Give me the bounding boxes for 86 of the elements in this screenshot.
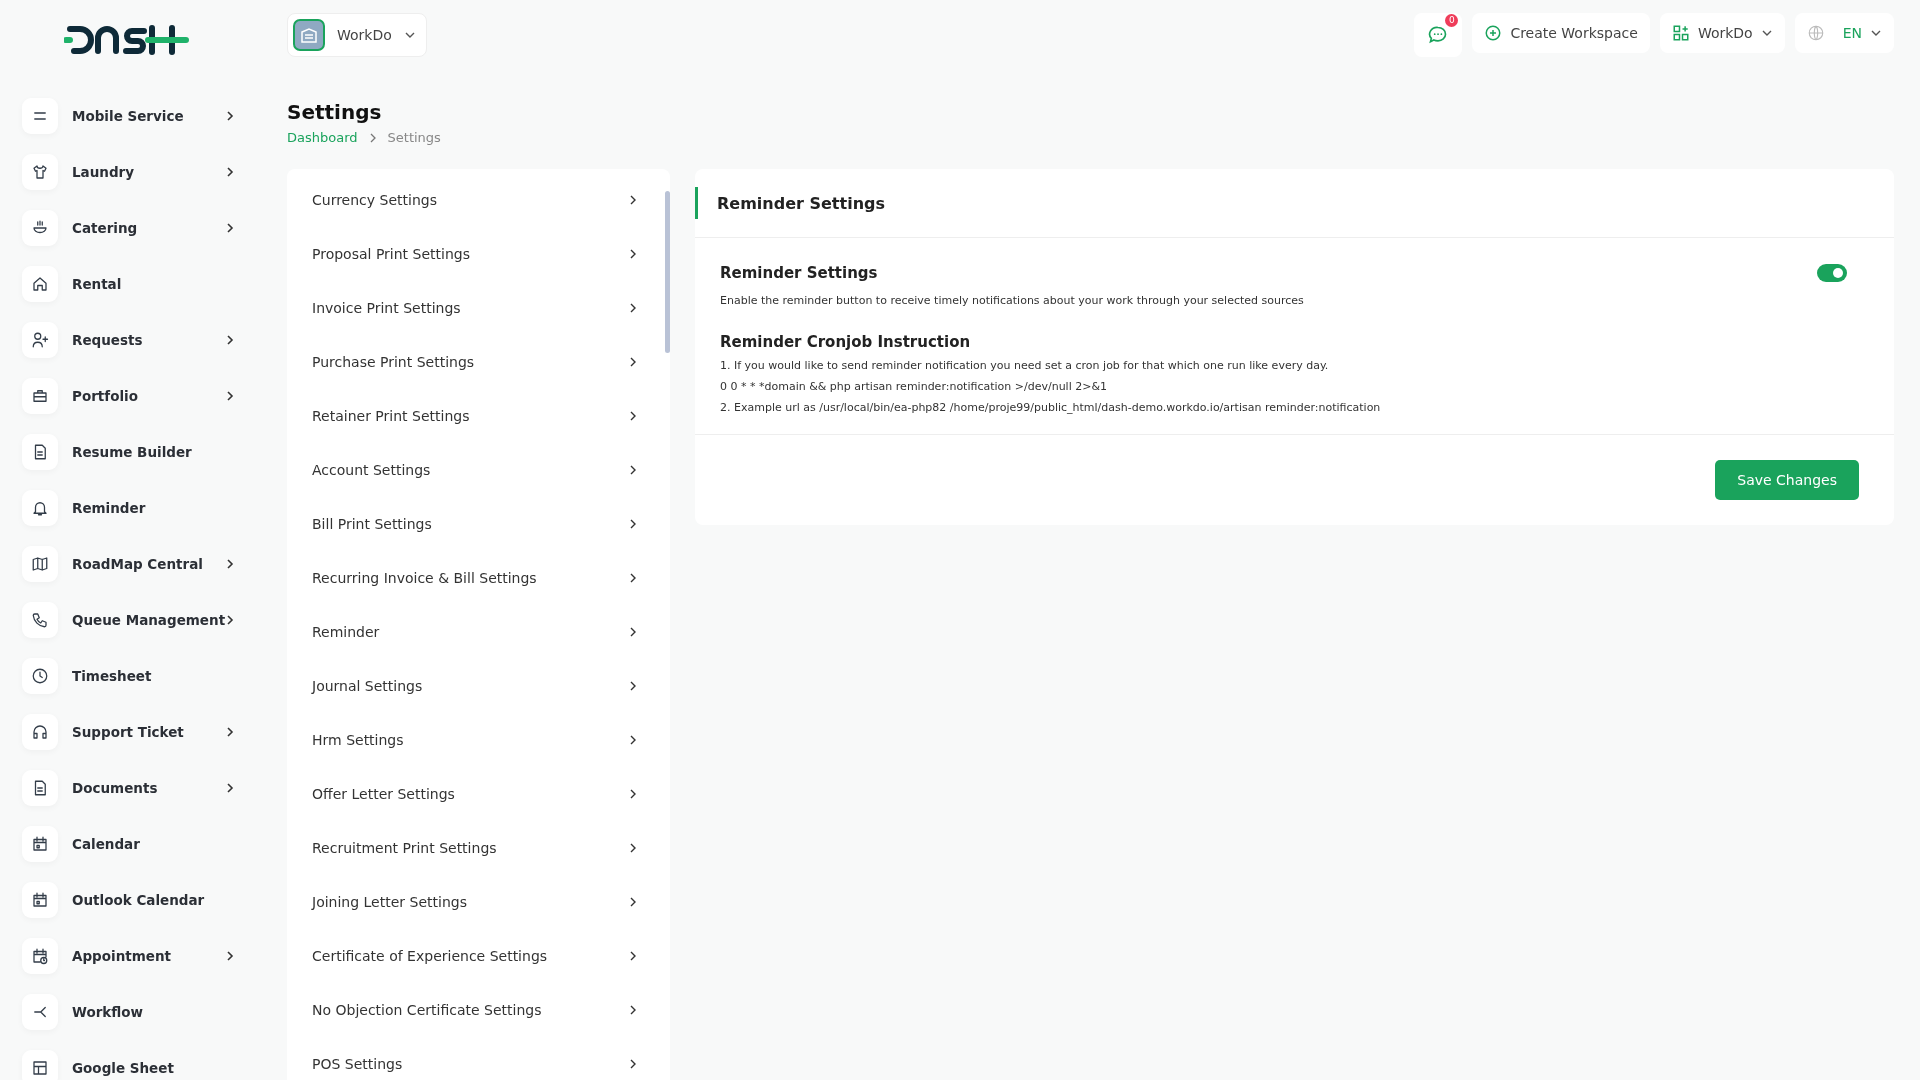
settings-menu-item[interactable]: Offer Letter Settings	[287, 767, 670, 821]
settings-menu-item[interactable]: Retainer Print Settings	[287, 389, 670, 443]
chevron-right-icon	[628, 303, 638, 313]
table-icon	[31, 1059, 49, 1077]
instruction-title: Reminder Cronjob Instruction	[720, 333, 972, 351]
chevron-right-icon	[628, 1059, 638, 1069]
chevron-right-icon	[628, 195, 638, 205]
scrollbar[interactable]	[665, 191, 670, 353]
messages-button[interactable]: 0	[1414, 13, 1463, 57]
chat-icon	[1428, 25, 1449, 45]
settings-menu-item[interactable]: Reminder	[287, 605, 670, 659]
settings-menu-item[interactable]: Certificate of Experience Settings	[287, 929, 670, 983]
sidebar-item[interactable]: RoadMap Central	[22, 544, 262, 584]
chevron-right-icon	[628, 573, 638, 583]
settings-menu-item[interactable]: Joining Letter Settings	[287, 875, 670, 929]
sidebar-item[interactable]: Mobile Service	[22, 96, 262, 136]
chevron-right-icon	[628, 951, 638, 961]
settings-menu-item[interactable]: Purchase Print Settings	[287, 335, 670, 389]
chevron-right-icon	[628, 249, 638, 259]
clock-icon	[31, 667, 49, 685]
settings-menu-item[interactable]: Currency Settings	[287, 173, 670, 227]
sidebar-item[interactable]: Rental	[22, 264, 262, 304]
settings-menu-item[interactable]: No Objection Certificate Settings	[287, 983, 670, 1037]
instruction-line: 0 0 * * *domain && php artisan reminder:notification >/dev/null 2>&1	[720, 380, 1108, 393]
card-title: Reminder Settings	[717, 193, 885, 213]
chevron-right-icon	[628, 411, 638, 421]
sidebar-item[interactable]: Documents	[22, 768, 262, 808]
chevron-right-icon	[628, 681, 638, 691]
settings-menu-item[interactable]: Proposal Print Settings	[287, 227, 670, 281]
sidebar-item[interactable]: Catering	[22, 208, 262, 248]
sidebar-item[interactable]: Appointment	[22, 936, 262, 976]
page-title: Settings	[287, 100, 383, 124]
map-icon	[31, 555, 49, 573]
calendar-clock-icon	[31, 947, 49, 965]
chevron-right-icon	[628, 1005, 638, 1015]
headphones-icon	[31, 723, 49, 741]
sidebar-item[interactable]: Requests	[22, 320, 262, 360]
sidebar-item[interactable]: Calendar	[22, 824, 262, 864]
settings-menu-item[interactable]: Account Settings	[287, 443, 670, 497]
calendar-icon	[31, 891, 49, 909]
chevron-right-icon	[628, 357, 638, 367]
sidebar-item[interactable]: Queue Management	[22, 600, 262, 640]
home-icon	[31, 275, 49, 293]
settings-menu-item[interactable]: Recurring Invoice & Bill Settings	[287, 551, 670, 605]
shirt-icon	[31, 163, 49, 181]
sidebar-item[interactable]: Laundry	[22, 152, 262, 192]
sidebar-item[interactable]: Resume Builder	[22, 432, 262, 472]
settings-menu-item[interactable]: Invoice Print Settings	[287, 281, 670, 335]
settings-menu-item[interactable]: Journal Settings	[287, 659, 670, 713]
chevron-right-icon	[628, 843, 638, 853]
breadcrumb-current-page: Settings	[387, 130, 441, 145]
calendar-icon	[31, 835, 49, 853]
instruction-line: 1. If you would like to send reminder notification you need set a cron job for that which one run like every day.	[720, 359, 1330, 372]
settings-menu-item[interactable]: Recruitment Print Settings	[287, 821, 670, 875]
user-plus-icon	[31, 331, 49, 349]
setting-label: Reminder Settings	[720, 264, 878, 282]
chevron-right-icon	[628, 735, 638, 745]
instruction-line: 2. Example url as /usr/local/bin/ea-php82 /home/proje99/public_html/dash-demo.workdo.io/artisan reminder:notification	[720, 401, 1382, 414]
chevron-right-icon	[628, 789, 638, 799]
phone-icon	[31, 611, 49, 629]
create-workspace-button[interactable]: Create Workspace	[1472, 13, 1650, 53]
dash-logo-icon	[64, 24, 190, 56]
sidebar-item[interactable]: Google Sheet	[22, 1048, 262, 1080]
sidebar-item[interactable]: Support Ticket	[22, 712, 262, 752]
building-icon	[293, 19, 325, 51]
briefcase-icon	[31, 387, 49, 405]
chevron-right-icon	[628, 465, 638, 475]
sidebar-item[interactable]: Portfolio	[22, 376, 262, 416]
workspace-selector[interactable]: WorkDo	[287, 13, 427, 57]
sidebar-item[interactable]: Outlook Calendar	[22, 880, 262, 920]
sidebar-item[interactable]: Reminder	[22, 488, 262, 528]
workspace-menu-button[interactable]: WorkDo	[1659, 13, 1785, 53]
sidebar-item[interactable]: Workflow	[22, 992, 262, 1032]
chevron-right-icon	[628, 519, 638, 529]
bell-icon	[31, 499, 49, 517]
settings-menu-item[interactable]: Hrm Settings	[287, 713, 670, 767]
toggle-switch[interactable]	[1817, 264, 1847, 282]
settings-menu-item[interactable]: POS Settings	[287, 1037, 670, 1080]
settings-menu-item[interactable]: Bill Print Settings	[287, 497, 670, 551]
notification-count: 0	[1445, 14, 1459, 27]
chevron-right-icon	[628, 897, 638, 907]
globe-icon	[1806, 24, 1825, 42]
setting-description: Enable the reminder button to receive timely notifications about your work through your selected sources	[720, 294, 1305, 307]
sidebar-item[interactable]: Timesheet	[22, 656, 262, 696]
chevron-right-icon	[628, 627, 638, 637]
grid-plus-icon	[1671, 24, 1690, 42]
